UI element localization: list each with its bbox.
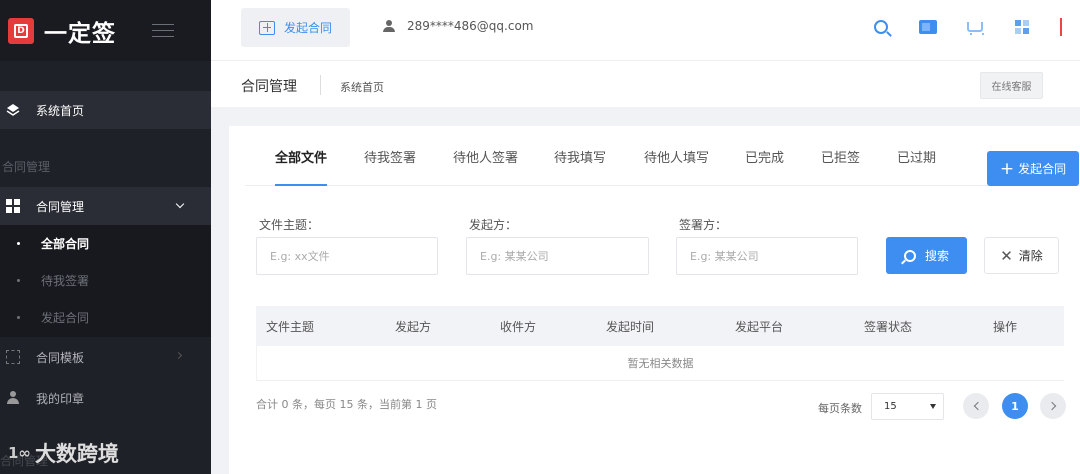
status-tabs: 全部文件 待我签署 待他人签署 待我填写 待他人填写 已完成 已拒签 已过期 +… bbox=[245, 138, 1080, 186]
close-icon: ✕ bbox=[1000, 246, 1013, 265]
content-card: 全部文件 待我签署 待他人签署 待我填写 待他人填写 已完成 已拒签 已过期 +… bbox=[229, 126, 1080, 474]
breadcrumb: 合同管理 系统首页 在线客服 bbox=[211, 61, 1080, 107]
cart-icon[interactable] bbox=[965, 17, 985, 37]
column-header: 收件方 bbox=[500, 320, 537, 334]
message-icon[interactable] bbox=[918, 17, 938, 37]
sidebar-item-my-seal[interactable]: 我的印章 bbox=[0, 379, 211, 417]
search-icon bbox=[903, 249, 916, 262]
online-service-button[interactable]: 在线客服 bbox=[980, 72, 1043, 99]
sidebar-subitem-pending-sign[interactable]: 待我签署 bbox=[0, 262, 211, 299]
column-header: 发起方 bbox=[395, 320, 432, 334]
tab-pending-others-fill[interactable]: 待他人填写 bbox=[644, 138, 709, 186]
subject-label: 文件主题： bbox=[259, 218, 320, 232]
sidebar-item-home[interactable]: 系统首页 bbox=[0, 91, 211, 129]
new-contract-button[interactable]: + 发起合同 bbox=[987, 151, 1079, 186]
top-icons bbox=[844, 17, 1080, 37]
per-page-select[interactable]: 15 bbox=[871, 393, 944, 420]
user-email: 289****486@qq.com bbox=[407, 19, 534, 33]
sender-label: 发起方： bbox=[469, 218, 518, 232]
sidebar-item-label: 合同模板 bbox=[36, 350, 85, 365]
breadcrumb-divider bbox=[320, 75, 321, 95]
add-icon bbox=[259, 20, 275, 35]
column-header: 操作 bbox=[993, 320, 1018, 334]
page-title: 合同管理 bbox=[241, 79, 297, 95]
signer-input[interactable] bbox=[676, 237, 858, 275]
column-header: 发起时间 bbox=[606, 320, 655, 334]
clear-button[interactable]: ✕ 清除 bbox=[984, 237, 1059, 274]
tab-expired[interactable]: 已过期 bbox=[897, 138, 936, 186]
pagination-summary: 合计 0 条，每页 15 条，当前第 1 页 bbox=[256, 398, 437, 411]
column-header: 文件主题 bbox=[266, 320, 315, 334]
sidebar-item-label: 系统首页 bbox=[36, 103, 85, 118]
bullet-icon bbox=[17, 242, 20, 245]
seal-icon bbox=[6, 391, 20, 405]
start-contract-button[interactable]: 发起合同 bbox=[241, 8, 350, 47]
watermark: 1∞ 大数跨境 bbox=[8, 438, 119, 468]
sidebar-group-label: 合同管理 bbox=[2, 160, 51, 174]
sidebar-item-label: 合同管理 bbox=[36, 199, 85, 214]
table-empty-row: 暂无相关数据 bbox=[256, 346, 1064, 381]
chevron-right-icon bbox=[1047, 401, 1056, 411]
menu-toggle-icon[interactable] bbox=[152, 24, 174, 37]
layers-icon bbox=[6, 104, 20, 116]
chevron-right-icon bbox=[174, 351, 183, 360]
template-icon bbox=[6, 350, 20, 364]
search-icon[interactable] bbox=[871, 17, 891, 37]
watermark-text: 大数跨境 bbox=[34, 442, 119, 466]
watermark-logo-icon: 1∞ bbox=[8, 444, 31, 462]
column-header: 发起平台 bbox=[735, 320, 784, 334]
tab-all-files[interactable]: 全部文件 bbox=[275, 138, 328, 186]
top-bar: 发起合同 289****486@qq.com bbox=[211, 0, 1080, 61]
subject-input[interactable] bbox=[256, 237, 438, 275]
chevron-down-icon bbox=[175, 199, 185, 209]
tab-pending-others-sign[interactable]: 待他人签署 bbox=[453, 138, 518, 186]
bullet-icon bbox=[17, 279, 20, 282]
sidebar-submenu: 全部合同 待我签署 发起合同 bbox=[0, 225, 211, 337]
sidebar-item-contract-management[interactable]: 合同管理 bbox=[0, 187, 211, 225]
dropdown-arrow-icon bbox=[930, 404, 936, 409]
sender-input[interactable] bbox=[466, 237, 649, 275]
logo-bar: D 一定签 bbox=[0, 0, 211, 61]
sidebar-subitem-start-contract[interactable]: 发起合同 bbox=[0, 299, 211, 336]
table-header: 文件主题 发起方 收件方 发起时间 发起平台 签署状态 操作 bbox=[256, 306, 1064, 346]
plus-icon: + bbox=[999, 158, 1015, 179]
tab-completed[interactable]: 已完成 bbox=[745, 138, 784, 186]
logo-icon: D bbox=[8, 17, 34, 44]
logo-text: 一定签 bbox=[44, 20, 116, 47]
column-header: 签署状态 bbox=[864, 320, 913, 334]
sidebar-subitem-all-contracts[interactable]: 全部合同 bbox=[0, 225, 211, 262]
sidebar-item-contract-template[interactable]: 合同模板 bbox=[0, 338, 211, 376]
search-button[interactable]: 搜索 bbox=[886, 237, 967, 274]
page-number-button[interactable]: 1 bbox=[1002, 393, 1028, 419]
prev-page-button[interactable] bbox=[963, 393, 989, 419]
next-page-button[interactable] bbox=[1040, 393, 1066, 419]
per-page-label: 每页条数 bbox=[818, 402, 862, 415]
sidebar-item-label: 我的印章 bbox=[36, 391, 85, 406]
tab-rejected[interactable]: 已拒签 bbox=[821, 138, 860, 186]
apps-icon[interactable] bbox=[1012, 17, 1032, 37]
tab-pending-my-sign[interactable]: 待我签署 bbox=[364, 138, 416, 186]
chevron-left-icon bbox=[973, 401, 982, 411]
dashboard-icon bbox=[6, 199, 20, 213]
tab-pending-my-fill[interactable]: 待我填写 bbox=[554, 138, 606, 186]
sidebar: D 一定签 系统首页 合同管理 合同管理 全部合同 待我签署 发起合同 合同模板… bbox=[0, 0, 211, 474]
brand-divider bbox=[1060, 18, 1062, 36]
breadcrumb-home-link[interactable]: 系统首页 bbox=[340, 79, 384, 95]
user-icon bbox=[383, 19, 397, 33]
user-account[interactable]: 289****486@qq.com bbox=[383, 19, 534, 33]
bullet-icon bbox=[17, 316, 20, 319]
signer-label: 签署方： bbox=[679, 218, 728, 232]
